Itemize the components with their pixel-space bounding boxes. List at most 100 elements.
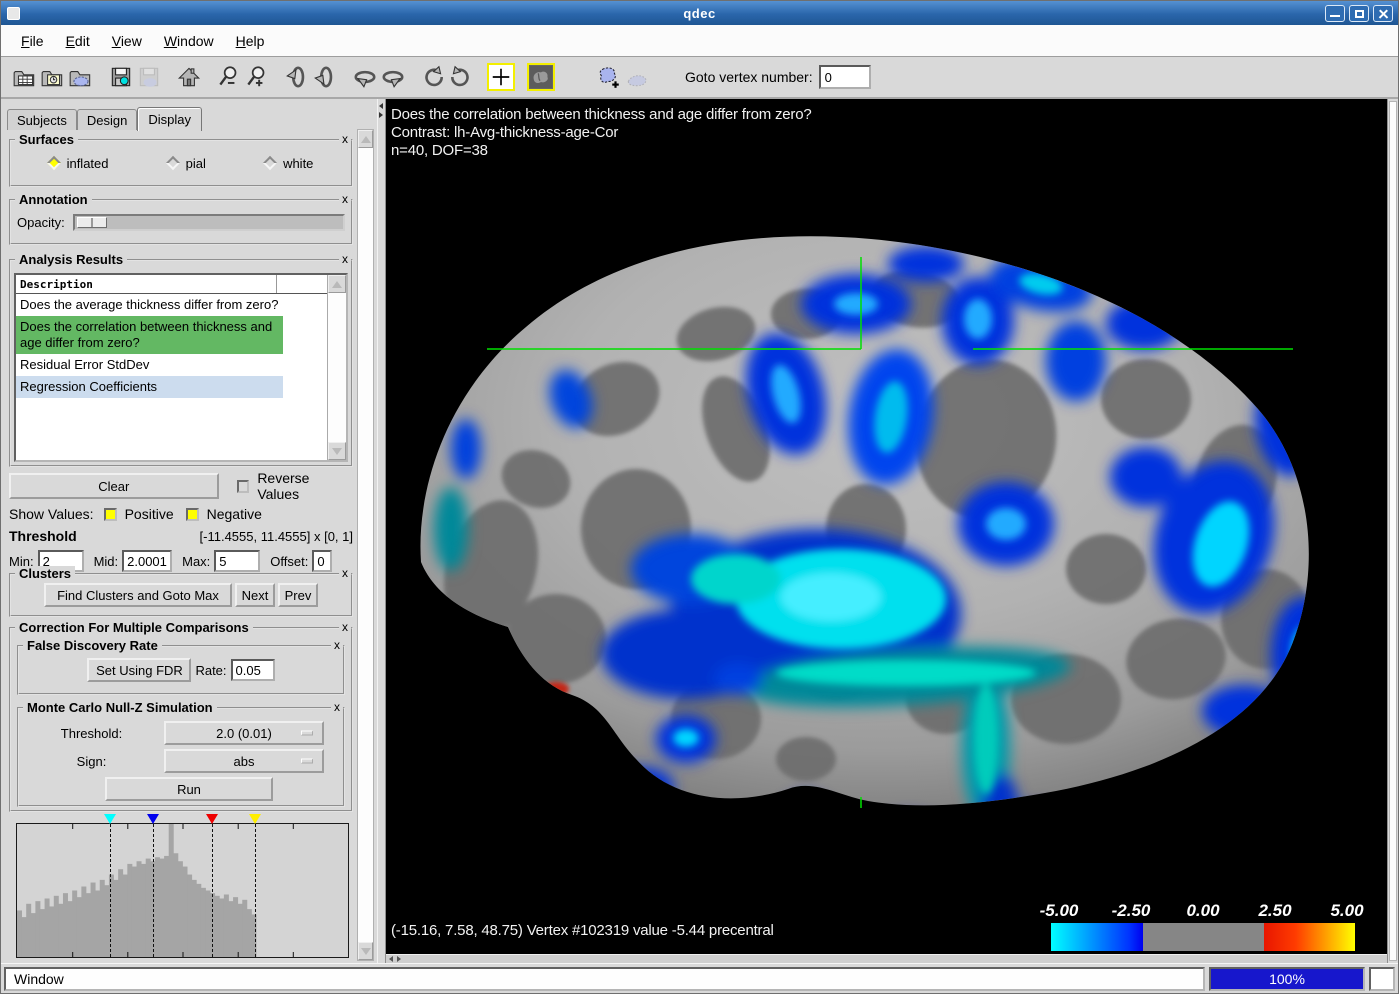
rotate-right-icon[interactable]: [379, 63, 407, 91]
positive-label: Positive: [125, 506, 174, 522]
threshold-line: [110, 824, 111, 957]
scroll-up-icon[interactable]: [358, 130, 373, 148]
analysis-results-group: Analysis Results x Description Does the …: [9, 259, 353, 467]
mc-threshold-dropdown[interactable]: 2.0 (0.01): [164, 721, 324, 745]
sash-handle-icon[interactable]: [379, 103, 383, 118]
dropdown-indicator-icon: [301, 759, 313, 764]
mid-label: Mid:: [94, 554, 119, 569]
rotate-left-icon[interactable]: [351, 63, 379, 91]
open-data-table-icon[interactable]: [11, 63, 39, 91]
threshold-histogram[interactable]: [16, 823, 349, 958]
zoom-in-icon[interactable]: [243, 63, 271, 91]
radio-white[interactable]: white: [265, 156, 313, 171]
reverse-values-label: Reverse Values: [257, 470, 353, 502]
surface-viewer[interactable]: Does the correlation between thickness a…: [386, 99, 1387, 963]
run-button[interactable]: Run: [105, 777, 273, 801]
clusters-close-icon[interactable]: x: [339, 567, 351, 579]
open-project-icon[interactable]: [39, 63, 67, 91]
reverse-values-checkbox[interactable]: [237, 480, 250, 493]
opacity-slider-thumb[interactable]: [77, 217, 107, 228]
viewer-horizontal-scrollbar[interactable]: [386, 954, 1387, 963]
radio-diamond-icon: [263, 156, 277, 170]
red-cluster: [543, 682, 569, 696]
correction-group: Correction For Multiple Comparisons x Fa…: [9, 627, 353, 812]
menu-help[interactable]: Help: [226, 29, 275, 53]
tab-design[interactable]: Design: [77, 109, 137, 130]
goto-vertex-label: Goto vertex number:: [685, 69, 813, 85]
list-scrollbar[interactable]: [327, 275, 346, 460]
offset-input[interactable]: [312, 550, 332, 572]
rotate-down-icon[interactable]: [311, 63, 339, 91]
status-spacer: [1369, 967, 1395, 991]
threshold-marker-handle[interactable]: [249, 814, 261, 824]
home-icon[interactable]: [175, 63, 203, 91]
radio-pial[interactable]: pial: [168, 156, 206, 171]
brain-cursor-tool-icon[interactable]: [527, 63, 555, 91]
menu-file[interactable]: File: [11, 29, 54, 53]
save-icon[interactable]: [107, 63, 135, 91]
rotate-up-icon[interactable]: [283, 63, 311, 91]
list-item[interactable]: Does the average thickness differ from z…: [16, 294, 283, 316]
close-button[interactable]: [1373, 5, 1393, 22]
correction-close-icon[interactable]: x: [339, 621, 351, 633]
add-selection-icon[interactable]: [595, 63, 623, 91]
minimize-button[interactable]: [1325, 5, 1345, 22]
rate-label: Rate:: [195, 663, 226, 678]
panel-splitter[interactable]: [377, 99, 386, 963]
list-item[interactable]: Regression Coefficients: [16, 376, 283, 398]
set-using-fdr-button[interactable]: Set Using FDR: [87, 658, 191, 682]
viewer-vertical-scrollbar[interactable]: [1387, 99, 1398, 963]
find-clusters-button[interactable]: Find Clusters and Goto Max: [44, 583, 232, 607]
negative-checkbox[interactable]: [186, 508, 199, 521]
negative-label: Negative: [207, 506, 262, 522]
maximize-button[interactable]: [1349, 5, 1369, 22]
radio-inflated[interactable]: inflated: [49, 156, 109, 171]
opacity-label: Opacity:: [17, 215, 65, 230]
rotate-ccw-icon[interactable]: [419, 63, 447, 91]
zoom-out-icon[interactable]: [215, 63, 243, 91]
threshold-marker-handle[interactable]: [206, 814, 218, 824]
dropdown-indicator-icon: [301, 731, 313, 736]
menu-window[interactable]: Window: [154, 29, 224, 53]
surfaces-close-icon[interactable]: x: [339, 133, 351, 145]
prev-cluster-button[interactable]: Prev: [278, 583, 318, 607]
scroll-up-icon[interactable]: [328, 275, 346, 293]
rotate-cw-icon[interactable]: [447, 63, 475, 91]
list-column-header[interactable]: Description: [16, 275, 327, 294]
scroll-down-icon[interactable]: [358, 942, 373, 960]
goto-vertex-input[interactable]: [819, 65, 871, 89]
status-bar: Window 100%: [1, 963, 1398, 993]
positive-checkbox[interactable]: [104, 508, 117, 521]
clear-button[interactable]: Clear: [9, 473, 219, 499]
menu-edit[interactable]: Edit: [56, 29, 100, 53]
tab-subjects[interactable]: Subjects: [7, 109, 77, 130]
viewer-question-text: Does the correlation between thickness a…: [391, 106, 812, 124]
brain-render[interactable]: [386, 99, 1387, 956]
threshold-marker-handle[interactable]: [104, 814, 116, 824]
save-disabled-icon: [135, 63, 163, 91]
rate-input[interactable]: [231, 659, 275, 681]
monte-carlo-close-icon[interactable]: x: [331, 701, 343, 713]
annotation-close-icon[interactable]: x: [339, 193, 351, 205]
scroll-down-icon[interactable]: [328, 442, 346, 460]
window-title: qdec: [1, 6, 1398, 21]
threshold-marker-handle[interactable]: [147, 814, 159, 824]
list-item[interactable]: Residual Error StdDev: [16, 354, 283, 376]
colorbar-zero-segment: [1143, 923, 1264, 951]
list-item-selected[interactable]: Does the correlation between thickness a…: [16, 316, 283, 354]
tab-display[interactable]: Display: [137, 107, 202, 131]
opacity-slider[interactable]: [73, 214, 345, 231]
crosshair-tool-icon[interactable]: [487, 63, 515, 91]
open-surface-icon[interactable]: [67, 63, 95, 91]
max-input[interactable]: [214, 550, 260, 572]
fdr-close-icon[interactable]: x: [331, 639, 343, 651]
mc-sign-dropdown[interactable]: abs: [164, 749, 324, 773]
radio-diamond-icon: [166, 156, 180, 170]
colorbar-positive-segment: [1264, 923, 1355, 951]
menu-view[interactable]: View: [102, 29, 152, 53]
mc-sign-label: Sign:: [19, 754, 164, 769]
panel-scrollbar[interactable]: [357, 129, 374, 961]
mid-input[interactable]: [122, 550, 172, 572]
analysis-results-close-icon[interactable]: x: [339, 253, 351, 265]
next-cluster-button[interactable]: Next: [235, 583, 275, 607]
